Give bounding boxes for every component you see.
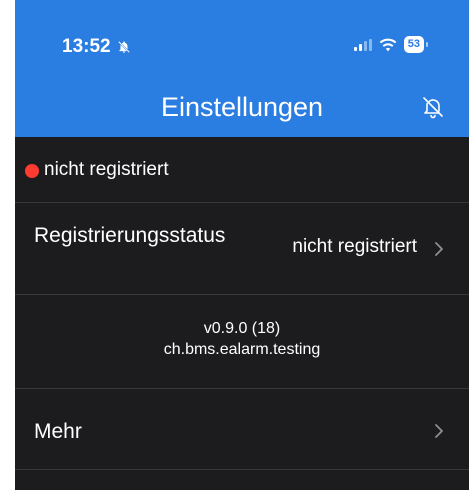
status-time: 13:52 bbox=[62, 36, 111, 57]
registration-status-row[interactable]: Registrierungsstatus nicht registriert bbox=[15, 203, 469, 295]
registration-status-label: Registrierungsstatus bbox=[34, 224, 226, 247]
version-info: v0.9.0 (18) ch.bms.ealarm.testing bbox=[15, 295, 469, 389]
registration-banner: nicht registriert bbox=[15, 137, 469, 203]
status-time-group: 13:52 bbox=[62, 36, 131, 58]
chevron-right-icon bbox=[435, 424, 443, 438]
more-row[interactable]: Mehr bbox=[15, 389, 469, 470]
signal-icon bbox=[353, 38, 372, 51]
registration-banner-text: nicht registriert bbox=[44, 159, 169, 180]
chevron-right-icon bbox=[435, 242, 443, 256]
more-label: Mehr bbox=[34, 420, 82, 443]
navigation-header: 13:52 53 Einstellungen bbox=[15, 0, 469, 137]
status-indicators: 53 bbox=[353, 36, 429, 53]
bundle-id: ch.bms.ealarm.testing bbox=[163, 341, 321, 358]
page-title: Einstellungen bbox=[160, 92, 324, 122]
version-text: v0.9.0 (18) bbox=[203, 320, 281, 337]
battery-icon: 53 bbox=[403, 36, 429, 53]
wifi-icon bbox=[379, 38, 397, 51]
bell-slash-icon[interactable] bbox=[421, 95, 445, 119]
status-dot-indicator bbox=[25, 164, 39, 178]
app-screen: 13:52 53 Einstellungen nicht registriert… bbox=[15, 0, 469, 490]
bell-slash-icon bbox=[117, 41, 130, 53]
registration-status-value: nicht registriert bbox=[292, 236, 417, 257]
